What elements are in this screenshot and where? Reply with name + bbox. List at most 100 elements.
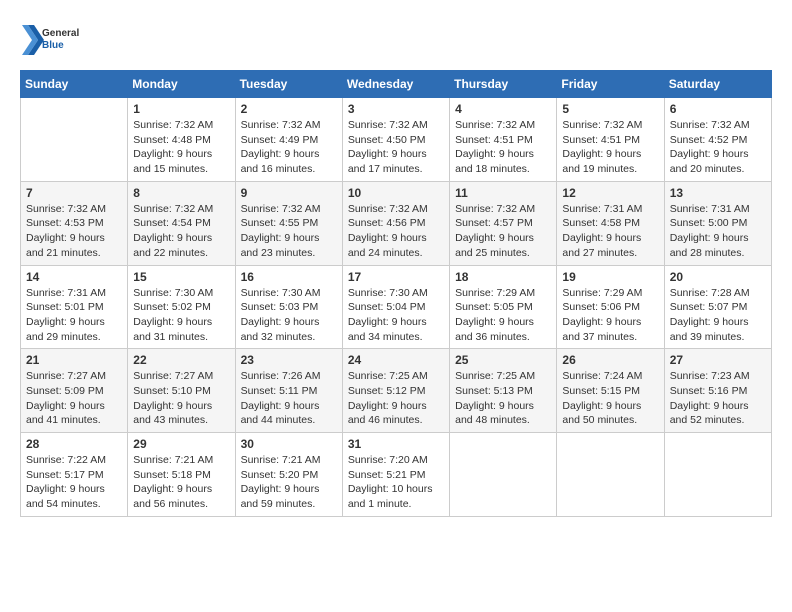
calendar-cell: 14Sunrise: 7:31 AMSunset: 5:01 PMDayligh… <box>21 265 128 349</box>
calendar-cell: 12 Sunrise: 7:31 AMSunset: 4:58 PMDayligh… <box>557 181 664 265</box>
weekday-header-saturday: Saturday <box>664 71 771 98</box>
calendar-week-row: 21 Sunrise: 7:27 AMSunset: 5:09 PMDayligh… <box>21 349 772 433</box>
calendar-cell: 15 Sunrise: 7:30 AMSunset: 5:02 PMDayligh… <box>128 265 235 349</box>
day-info: Sunrise: 7:30 AMSunset: 5:03 PMDaylight:… <box>241 286 337 345</box>
day-number: 17 <box>348 270 444 284</box>
day-number: 11 <box>455 186 551 200</box>
calendar-cell: 19 Sunrise: 7:29 AMSunset: 5:06 PMDayligh… <box>557 265 664 349</box>
weekday-header-row: SundayMondayTuesdayWednesdayThursdayFrid… <box>21 71 772 98</box>
day-number: 2 <box>241 102 337 116</box>
calendar-cell: 1Sunrise: 7:32 AMSunset: 4:48 PMDaylight… <box>128 98 235 182</box>
calendar-cell: 20Sunrise: 7:28 AMSunset: 5:07 PMDayligh… <box>664 265 771 349</box>
logo-svg: General Blue <box>20 20 100 60</box>
day-number: 24 <box>348 353 444 367</box>
day-info: Sunrise: 7:30 AMSunset: 5:02 PMDaylight:… <box>133 286 229 345</box>
calendar-cell <box>557 433 664 517</box>
weekday-header-monday: Monday <box>128 71 235 98</box>
day-info: Sunrise: 7:21 AMSunset: 5:20 PMDaylight:… <box>241 453 337 512</box>
day-number: 20 <box>670 270 766 284</box>
calendar-cell: 29Sunrise: 7:21 AMSunset: 5:18 PMDayligh… <box>128 433 235 517</box>
calendar-cell: 26Sunrise: 7:24 AMSunset: 5:15 PMDayligh… <box>557 349 664 433</box>
day-number: 6 <box>670 102 766 116</box>
day-info: Sunrise: 7:32 AMSunset: 4:51 PMDaylight:… <box>455 118 551 177</box>
calendar-cell: 25 Sunrise: 7:25 AMSunset: 5:13 PMDayligh… <box>450 349 557 433</box>
calendar-cell: 9 Sunrise: 7:32 AMSunset: 4:55 PMDaylight… <box>235 181 342 265</box>
calendar-cell: 5Sunrise: 7:32 AMSunset: 4:51 PMDaylight… <box>557 98 664 182</box>
day-number: 8 <box>133 186 229 200</box>
calendar-cell: 7Sunrise: 7:32 AMSunset: 4:53 PMDaylight… <box>21 181 128 265</box>
weekday-header-wednesday: Wednesday <box>342 71 449 98</box>
day-info: Sunrise: 7:32 AMSunset: 4:49 PMDaylight:… <box>241 118 337 177</box>
calendar-cell <box>664 433 771 517</box>
day-info: Sunrise: 7:27 AMSunset: 5:10 PMDaylight:… <box>133 369 229 428</box>
calendar-cell: 17 Sunrise: 7:30 AMSunset: 5:04 PMDayligh… <box>342 265 449 349</box>
calendar-week-row: 1Sunrise: 7:32 AMSunset: 4:48 PMDaylight… <box>21 98 772 182</box>
weekday-header-tuesday: Tuesday <box>235 71 342 98</box>
day-number: 19 <box>562 270 658 284</box>
calendar-cell: 30 Sunrise: 7:21 AMSunset: 5:20 PMDayligh… <box>235 433 342 517</box>
day-info: Sunrise: 7:20 AMSunset: 5:21 PMDaylight:… <box>348 453 444 512</box>
day-number: 12 <box>562 186 658 200</box>
calendar-cell: 27 Sunrise: 7:23 AMSunset: 5:16 PMDayligh… <box>664 349 771 433</box>
day-number: 13 <box>670 186 766 200</box>
calendar-cell: 18 Sunrise: 7:29 AMSunset: 5:05 PMDayligh… <box>450 265 557 349</box>
day-info: Sunrise: 7:25 AMSunset: 5:12 PMDaylight:… <box>348 369 444 428</box>
day-number: 22 <box>133 353 229 367</box>
day-info: Sunrise: 7:24 AMSunset: 5:15 PMDaylight:… <box>562 369 658 428</box>
calendar-cell: 4 Sunrise: 7:32 AMSunset: 4:51 PMDaylight… <box>450 98 557 182</box>
day-info: Sunrise: 7:29 AMSunset: 5:06 PMDaylight:… <box>562 286 658 345</box>
day-info: Sunrise: 7:32 AMSunset: 4:52 PMDaylight:… <box>670 118 766 177</box>
calendar-cell: 28Sunrise: 7:22 AMSunset: 5:17 PMDayligh… <box>21 433 128 517</box>
day-info: Sunrise: 7:30 AMSunset: 5:04 PMDaylight:… <box>348 286 444 345</box>
day-number: 21 <box>26 353 122 367</box>
day-info: Sunrise: 7:32 AMSunset: 4:55 PMDaylight:… <box>241 202 337 261</box>
day-number: 7 <box>26 186 122 200</box>
weekday-header-friday: Friday <box>557 71 664 98</box>
day-info: Sunrise: 7:31 AMSunset: 4:58 PMDaylight:… <box>562 202 658 261</box>
calendar-cell: 16 Sunrise: 7:30 AMSunset: 5:03 PMDayligh… <box>235 265 342 349</box>
day-number: 27 <box>670 353 766 367</box>
calendar-cell: 21 Sunrise: 7:27 AMSunset: 5:09 PMDayligh… <box>21 349 128 433</box>
calendar-week-row: 14Sunrise: 7:31 AMSunset: 5:01 PMDayligh… <box>21 265 772 349</box>
day-info: Sunrise: 7:32 AMSunset: 4:54 PMDaylight:… <box>133 202 229 261</box>
calendar-cell: 31 Sunrise: 7:20 AMSunset: 5:21 PMDayligh… <box>342 433 449 517</box>
calendar-cell: 23 Sunrise: 7:26 AMSunset: 5:11 PMDayligh… <box>235 349 342 433</box>
day-info: Sunrise: 7:32 AMSunset: 4:48 PMDaylight:… <box>133 118 229 177</box>
calendar-cell: 6 Sunrise: 7:32 AMSunset: 4:52 PMDaylight… <box>664 98 771 182</box>
page-header: General Blue <box>20 20 772 60</box>
calendar-week-row: 28Sunrise: 7:22 AMSunset: 5:17 PMDayligh… <box>21 433 772 517</box>
calendar-cell: 2 Sunrise: 7:32 AMSunset: 4:49 PMDaylight… <box>235 98 342 182</box>
day-number: 25 <box>455 353 551 367</box>
day-info: Sunrise: 7:32 AMSunset: 4:50 PMDaylight:… <box>348 118 444 177</box>
day-number: 31 <box>348 437 444 451</box>
day-info: Sunrise: 7:25 AMSunset: 5:13 PMDaylight:… <box>455 369 551 428</box>
day-info: Sunrise: 7:32 AMSunset: 4:56 PMDaylight:… <box>348 202 444 261</box>
calendar-cell: 11 Sunrise: 7:32 AMSunset: 4:57 PMDayligh… <box>450 181 557 265</box>
day-info: Sunrise: 7:29 AMSunset: 5:05 PMDaylight:… <box>455 286 551 345</box>
calendar-cell: 22 Sunrise: 7:27 AMSunset: 5:10 PMDayligh… <box>128 349 235 433</box>
day-number: 18 <box>455 270 551 284</box>
day-number: 30 <box>241 437 337 451</box>
day-number: 10 <box>348 186 444 200</box>
calendar-cell: 13Sunrise: 7:31 AMSunset: 5:00 PMDayligh… <box>664 181 771 265</box>
day-info: Sunrise: 7:23 AMSunset: 5:16 PMDaylight:… <box>670 369 766 428</box>
day-number: 15 <box>133 270 229 284</box>
day-number: 16 <box>241 270 337 284</box>
svg-text:Blue: Blue <box>42 40 64 51</box>
day-info: Sunrise: 7:32 AMSunset: 4:57 PMDaylight:… <box>455 202 551 261</box>
calendar-cell <box>450 433 557 517</box>
day-number: 4 <box>455 102 551 116</box>
day-info: Sunrise: 7:26 AMSunset: 5:11 PMDaylight:… <box>241 369 337 428</box>
calendar-cell: 10 Sunrise: 7:32 AMSunset: 4:56 PMDayligh… <box>342 181 449 265</box>
day-info: Sunrise: 7:22 AMSunset: 5:17 PMDaylight:… <box>26 453 122 512</box>
day-number: 23 <box>241 353 337 367</box>
day-info: Sunrise: 7:21 AMSunset: 5:18 PMDaylight:… <box>133 453 229 512</box>
day-number: 3 <box>348 102 444 116</box>
day-info: Sunrise: 7:27 AMSunset: 5:09 PMDaylight:… <box>26 369 122 428</box>
calendar-cell: 24 Sunrise: 7:25 AMSunset: 5:12 PMDayligh… <box>342 349 449 433</box>
day-number: 9 <box>241 186 337 200</box>
calendar-cell <box>21 98 128 182</box>
svg-text:General: General <box>42 28 79 39</box>
calendar-table: SundayMondayTuesdayWednesdayThursdayFrid… <box>20 70 772 517</box>
weekday-header-sunday: Sunday <box>21 71 128 98</box>
